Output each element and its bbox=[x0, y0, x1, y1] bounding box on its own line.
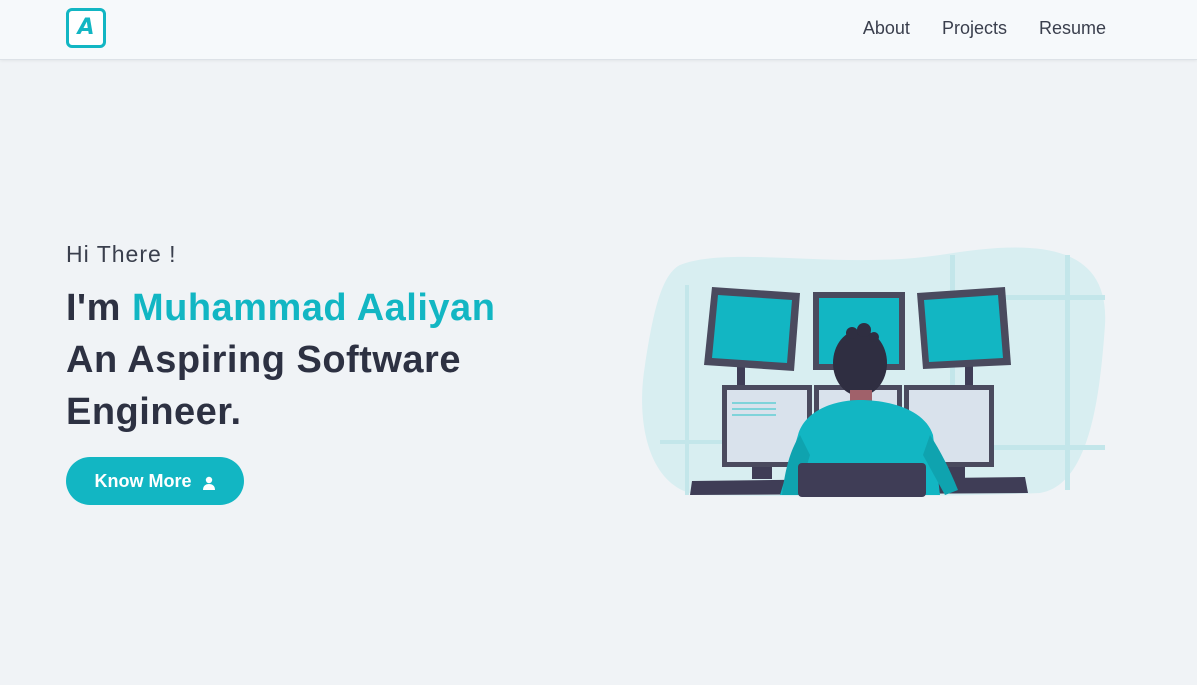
developer-illustration bbox=[640, 245, 1110, 500]
know-more-label: Know More bbox=[94, 470, 192, 491]
hero-greeting: Hi There ! bbox=[66, 241, 177, 267]
hero-intro-prefix: I'm bbox=[66, 287, 132, 329]
nav-link-resume[interactable]: Resume bbox=[1039, 17, 1106, 39]
logo[interactable]: A bbox=[66, 8, 106, 48]
user-icon bbox=[202, 474, 216, 490]
hero-name: Muhammad Aaliyan bbox=[131, 287, 496, 329]
developer-at-monitors-illustration bbox=[642, 247, 1106, 497]
hero-tagline-line2: Engineer. bbox=[66, 391, 242, 433]
hero-tagline-line1: An Aspiring Software bbox=[66, 339, 461, 381]
logo-letter: A bbox=[77, 15, 95, 40]
hero-text: Hi There ! I'm Muhammad Aaliyan An Aspir… bbox=[66, 240, 566, 438]
nav-link-projects[interactable]: Projects bbox=[942, 17, 1007, 39]
nav-link-about[interactable]: About bbox=[863, 17, 910, 39]
know-more-button[interactable]: Know More bbox=[66, 457, 244, 505]
hero-headline: I'm Muhammad Aaliyan An Aspiring Softwar… bbox=[66, 282, 566, 438]
nav-links: About Projects Resume bbox=[863, 17, 1106, 39]
navbar: A About Projects Resume bbox=[0, 0, 1197, 60]
